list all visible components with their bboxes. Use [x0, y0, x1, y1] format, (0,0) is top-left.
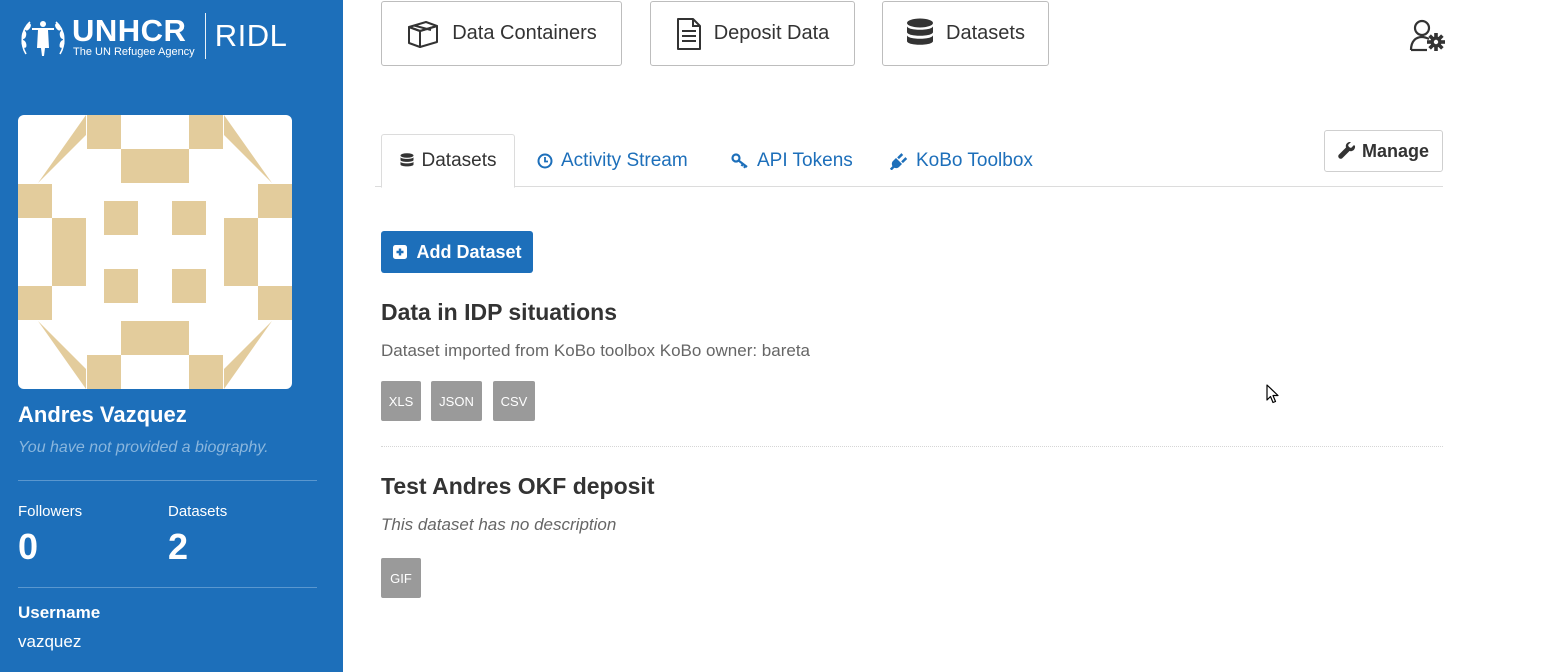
dataset-description: Dataset imported from KoBo toolbox KoBo … [381, 341, 811, 360]
sidebar-divider [18, 587, 317, 588]
nav-label: Deposit Data [713, 22, 830, 44]
sidebar-divider [18, 480, 317, 481]
key-icon [731, 152, 748, 168]
tab-label: KoBo Toolbox [916, 149, 1033, 171]
identicon [18, 115, 292, 389]
format-badge-gif[interactable]: GIF [381, 558, 421, 598]
format-badge-csv[interactable]: CSV [493, 381, 535, 421]
org-tagline: The UN Refugee Agency [73, 45, 195, 58]
wrench-icon [1338, 142, 1356, 159]
tab-api-tokens[interactable]: API Tokens [731, 134, 853, 187]
username-label: Username [18, 603, 101, 622]
database-icon [907, 18, 934, 45]
plug-icon [890, 152, 908, 170]
org-name: UNHCR [72, 12, 187, 48]
dataset-divider [381, 446, 1443, 447]
tab-datasets[interactable]: Datasets [381, 134, 515, 188]
datasets-label: Datasets [168, 503, 228, 520]
nav-label: Datasets [946, 22, 1025, 44]
followers-label: Followers [18, 503, 83, 520]
user-settings-icon[interactable] [1409, 19, 1445, 53]
format-badge-xls[interactable]: XLS [381, 381, 421, 421]
logo-divider [204, 13, 206, 59]
followers-count: 0 [18, 526, 39, 567]
nav-deposit-data-button[interactable]: Deposit Data [650, 1, 855, 66]
datasets-count: 2 [168, 526, 189, 567]
avatar [18, 115, 292, 389]
dataset-description: This dataset has no description [381, 515, 617, 534]
dataset-title[interactable]: Test Andres OKF deposit [381, 473, 654, 500]
username-value: vazquez [18, 632, 82, 651]
dataset-title[interactable]: Data in IDP situations [381, 299, 617, 326]
add-dataset-button[interactable]: Add Dataset [381, 231, 533, 273]
profile-bio: You have not provided a biography. [18, 439, 269, 456]
database-icon [400, 153, 413, 167]
plus-square-icon [393, 245, 408, 259]
tab-activity-stream[interactable]: Activity Stream [537, 134, 688, 187]
manage-button[interactable]: Manage [1324, 130, 1443, 172]
box-icon [408, 20, 439, 48]
tab-label: Datasets [421, 150, 497, 171]
clock-icon [537, 153, 553, 168]
mouse-cursor-icon [1266, 384, 1279, 404]
document-icon [676, 17, 701, 50]
nav-label: Data Containers [452, 22, 597, 44]
sidebar: UNHCR The UN Refugee Agency RIDL Andres … [0, 0, 343, 672]
unhcr-logo[interactable]: UNHCR The UN Refugee Agency RIDL [18, 12, 287, 60]
unhcr-emblem-icon [21, 21, 65, 56]
add-dataset-label: Add Dataset [416, 241, 522, 262]
format-badge-json[interactable]: JSON [431, 381, 482, 421]
tab-label: Activity Stream [561, 149, 688, 171]
profile-name: Andres Vazquez [18, 402, 187, 427]
app-name: RIDL [214, 18, 288, 53]
nav-data-containers-button[interactable]: Data Containers [381, 1, 622, 66]
tab-kobo-toolbox[interactable]: KoBo Toolbox [890, 134, 1033, 187]
manage-label: Manage [1361, 140, 1430, 161]
tab-label: API Tokens [757, 149, 853, 171]
profile-tabs: Datasets Activity Stream API Tokens KoBo… [375, 134, 1443, 188]
nav-datasets-button[interactable]: Datasets [882, 1, 1049, 66]
